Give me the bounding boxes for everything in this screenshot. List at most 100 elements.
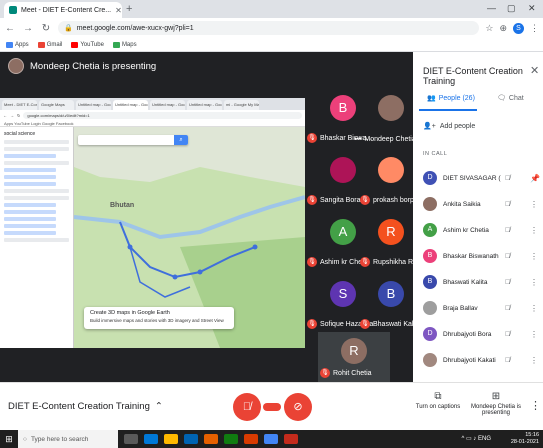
person-row[interactable]: Braja Ballav 🎙̸ ⋮: [413, 295, 543, 321]
person-row[interactable]: Dhrubajyoti Kakati 🎙̸ ⋮: [413, 347, 543, 373]
reload-button[interactable]: ↻: [40, 23, 52, 34]
new-tab-button[interactable]: +: [126, 3, 132, 15]
maps-icon: [112, 41, 120, 48]
person-name: Ankita Saikia: [443, 200, 481, 208]
mic-off-icon: 🎙: [360, 319, 370, 329]
firefox-icon[interactable]: [204, 434, 218, 444]
more-options-icon[interactable]: ⋮: [530, 200, 538, 209]
browser-toolbar: ← → ↻ 🔒 meet.google.com/awe-xucx-gwj?pli…: [0, 18, 543, 38]
person-row[interactable]: A Ashim kr Chetia 🎙̸ ⋮: [413, 217, 543, 243]
camera-toggle-button[interactable]: ⊘: [284, 393, 312, 421]
search-icon: ○: [23, 435, 27, 443]
mic-toggle-button[interactable]: 🎙̸: [233, 393, 261, 421]
mic-off-icon: 🎙̸: [505, 174, 511, 182]
task-view-icon[interactable]: [124, 434, 138, 444]
clock[interactable]: 15:16 28-01-2021: [511, 432, 539, 446]
captions-button[interactable]: ⧉ Turn on captions: [413, 391, 463, 410]
shared-tab: Google Maps: [39, 100, 74, 110]
bookmark-maps[interactable]: Maps: [112, 41, 137, 48]
url-text: meet.google.com/awe-xucx-gwj?pli=1: [76, 24, 194, 32]
bookmark-youtube[interactable]: YouTube: [71, 41, 104, 48]
mic-off-icon: 🎙̸: [505, 356, 511, 364]
lock-icon: 🔒: [64, 25, 73, 32]
windows-start-icon[interactable]: ⊞: [0, 430, 18, 448]
profile-avatar[interactable]: S: [513, 22, 524, 34]
meeting-details-button[interactable]: DIET E-Content Creation Training ⌃: [8, 401, 163, 412]
person-row[interactable]: B Bhaswati Kalita 🎙̸ ⋮: [413, 269, 543, 295]
shared-tab: Untitled map - Googl...: [187, 100, 222, 110]
app-icon[interactable]: [244, 434, 258, 444]
bookmark-gmail[interactable]: Gmail: [37, 41, 62, 48]
participant-tile[interactable]: R 🎙 Rohit Chetia: [318, 332, 390, 382]
chevron-up-icon: ⌃: [154, 401, 163, 412]
more-options-icon[interactable]: ⋮: [530, 304, 538, 313]
more-options-icon[interactable]: ⋮: [530, 330, 538, 339]
tab-close-icon[interactable]: ✕: [115, 6, 122, 15]
participant-avatar: S: [330, 281, 356, 307]
taskbar-search-box[interactable]: ○ Type here to search: [18, 430, 118, 448]
person-row[interactable]: Ankita Saikia 🎙̸ ⋮: [413, 191, 543, 217]
tab-chat[interactable]: 🗨 Chat: [497, 94, 524, 103]
shared-screen: Meet - DIET E-Conten... Google Maps Unti…: [0, 98, 305, 348]
meeting-title: DIET E-Content Creation Training: [8, 401, 150, 412]
person-avatar: D: [423, 171, 437, 185]
chrome-icon[interactable]: [264, 434, 278, 444]
person-avatar: D: [423, 327, 437, 341]
add-people-button[interactable]: 👤+ Add people: [423, 122, 475, 131]
active-tab-indicator: [419, 109, 477, 111]
more-options-icon[interactable]: ⋮: [530, 252, 538, 261]
store-icon[interactable]: [184, 434, 198, 444]
person-name: Dhrubajyoti Bora: [443, 330, 492, 338]
more-options-icon[interactable]: ⋮: [530, 356, 538, 365]
person-row[interactable]: D Dhrubajyoti Bora 🎙̸ ⋮: [413, 321, 543, 347]
app-icon[interactable]: [224, 434, 238, 444]
person-avatar: B: [423, 249, 437, 263]
app-icon[interactable]: [284, 434, 298, 444]
more-options-icon[interactable]: ⋮: [530, 278, 538, 287]
presenting-button[interactable]: ⊞ Mondeep Chetia is presenting: [470, 391, 522, 416]
presenter-avatar: [8, 58, 24, 74]
tab-people[interactable]: 👥 People (26): [427, 94, 475, 103]
participant-name: Sangita Bora: [320, 196, 361, 204]
person-row[interactable]: B Bhaskar Biswanath 🎙̸ ⋮: [413, 243, 543, 269]
map-layers-panel: social science: [0, 127, 74, 348]
edge-icon[interactable]: [144, 434, 158, 444]
menu-icon[interactable]: ⋮: [530, 23, 539, 34]
star-icon[interactable]: ☆: [485, 23, 493, 34]
person-name: DIET SIVASAGAR (You): [443, 174, 501, 182]
minimize-button[interactable]: —: [487, 3, 496, 13]
maximize-button[interactable]: ▢: [507, 3, 516, 14]
map-region-label: Bhutan: [110, 202, 135, 209]
tab-meet[interactable]: Meet - DIET E-Content Cre... ✕: [4, 2, 122, 18]
address-bar[interactable]: 🔒 meet.google.com/awe-xucx-gwj?pli=1: [58, 21, 480, 35]
participant-name: Rupshikha Rs: [373, 258, 417, 266]
people-icon: 👥: [427, 95, 436, 102]
pin-icon[interactable]: 📌: [530, 174, 540, 183]
person-row[interactable]: D DIET SIVASAGAR (You) 🎙̸ 📌: [413, 165, 543, 191]
shared-tabstrip: Meet - DIET E-Conten... Google Maps Unti…: [0, 98, 305, 110]
participant-name: Mondeep Chetia: [364, 136, 416, 143]
mic-off-icon: 🎙: [360, 195, 370, 205]
person-name: Ashim kr Chetia: [443, 226, 489, 234]
close-window-button[interactable]: ✕: [528, 3, 536, 14]
back-button[interactable]: ←: [4, 23, 16, 34]
map-search-box: ⌕: [78, 135, 188, 145]
shared-tab: Untitled map - Googl...: [150, 100, 185, 110]
extensions-icon[interactable]: ⊕: [499, 23, 507, 34]
bookmark-apps[interactable]: Apps: [6, 41, 29, 48]
captions-icon: ⧉: [434, 391, 442, 402]
chat-icon: 🗨: [497, 95, 506, 102]
person-avatar: [423, 197, 437, 211]
more-options-icon[interactable]: ⋮: [530, 226, 538, 235]
person-avatar: [423, 301, 437, 315]
youtube-icon: [71, 41, 79, 48]
forward-button[interactable]: →: [22, 23, 34, 34]
close-panel-icon[interactable]: ✕: [530, 64, 539, 77]
file-explorer-icon[interactable]: [164, 434, 178, 444]
participant-avatar: R: [341, 338, 367, 364]
shared-address-bar: ← → ↻ google.com/maps/d/u/0/edit?mid=1: [0, 110, 305, 120]
leave-call-button[interactable]: [263, 403, 281, 411]
system-tray[interactable]: ^ ▭ ♪ ENG: [461, 435, 491, 442]
presenting-banner: Mondeep Chetia is presenting: [8, 58, 156, 74]
more-options-icon[interactable]: ⋮: [530, 399, 541, 412]
